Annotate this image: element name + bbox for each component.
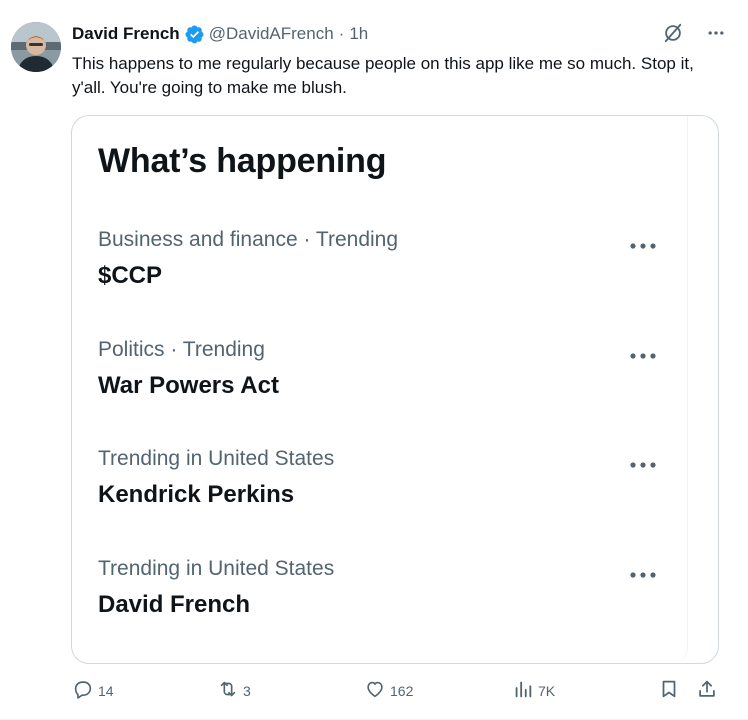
trend-name: $CCP	[98, 262, 163, 289]
like-button[interactable]: 162	[364, 678, 413, 703]
more-icon	[628, 457, 658, 473]
trend-name: War Powers Act	[98, 372, 279, 399]
timestamp[interactable]: 1h	[349, 24, 368, 44]
whats-happening-panel: What’s happening Business and finance · …	[72, 116, 688, 663]
reply-button[interactable]: 14	[72, 678, 114, 703]
trend-context: Politics · Trending	[98, 338, 265, 361]
repost-icon	[217, 678, 239, 703]
verified-badge-icon	[184, 24, 205, 45]
trend-context: Business and finance · Trending	[98, 228, 399, 251]
tweet-top-actions	[662, 22, 726, 44]
repost-button[interactable]: 3	[217, 678, 251, 703]
reply-icon	[72, 678, 94, 703]
trend-context: Trending in United States	[98, 447, 335, 470]
tweet-text: This happens to me regularly because peo…	[72, 54, 694, 97]
repost-count: 3	[243, 682, 251, 699]
views-button[interactable]: 7K	[512, 678, 555, 703]
trend-context: Trending in United States	[98, 557, 335, 580]
tweet-actions-bar: 14 3 162 7K	[72, 678, 722, 706]
separator-dot: ·	[338, 24, 345, 43]
heart-icon	[364, 678, 386, 703]
like-count: 162	[390, 682, 414, 699]
avatar[interactable]	[11, 22, 61, 72]
more-icon[interactable]	[706, 23, 726, 43]
trend-name: Kendrick Perkins	[98, 481, 295, 508]
avatar-photo	[11, 22, 61, 72]
views-icon	[512, 678, 534, 703]
trend-item: Business and finance · Trending $CCP	[98, 228, 658, 308]
views-count: 7K	[538, 682, 556, 699]
bookmark-button[interactable]	[658, 678, 680, 703]
more-icon	[628, 567, 658, 583]
trend-item: Politics · Trending War Powers Act	[98, 338, 658, 418]
trend-item: Trending in United States David French	[98, 557, 658, 637]
more-icon	[628, 238, 658, 254]
author-name[interactable]: David French	[72, 24, 180, 44]
tweet[interactable]: David French @DavidAFrench · 1h This hap…	[0, 0, 748, 720]
trend-item: Trending in United States Kendrick Perki…	[98, 447, 658, 527]
author-handle[interactable]: @DavidAFrench	[209, 24, 334, 44]
trend-name: David French	[98, 591, 251, 618]
reply-count: 14	[98, 682, 114, 699]
panel-title: What’s happening	[98, 142, 387, 180]
tweet-header: David French @DavidAFrench · 1h	[72, 22, 368, 46]
share-button[interactable]	[696, 678, 718, 703]
embedded-screenshot-card[interactable]: What’s happening Business and finance · …	[71, 115, 719, 664]
share-icon	[696, 678, 718, 703]
grok-icon[interactable]	[662, 22, 684, 44]
bookmark-icon	[658, 678, 680, 703]
more-icon	[628, 348, 658, 364]
